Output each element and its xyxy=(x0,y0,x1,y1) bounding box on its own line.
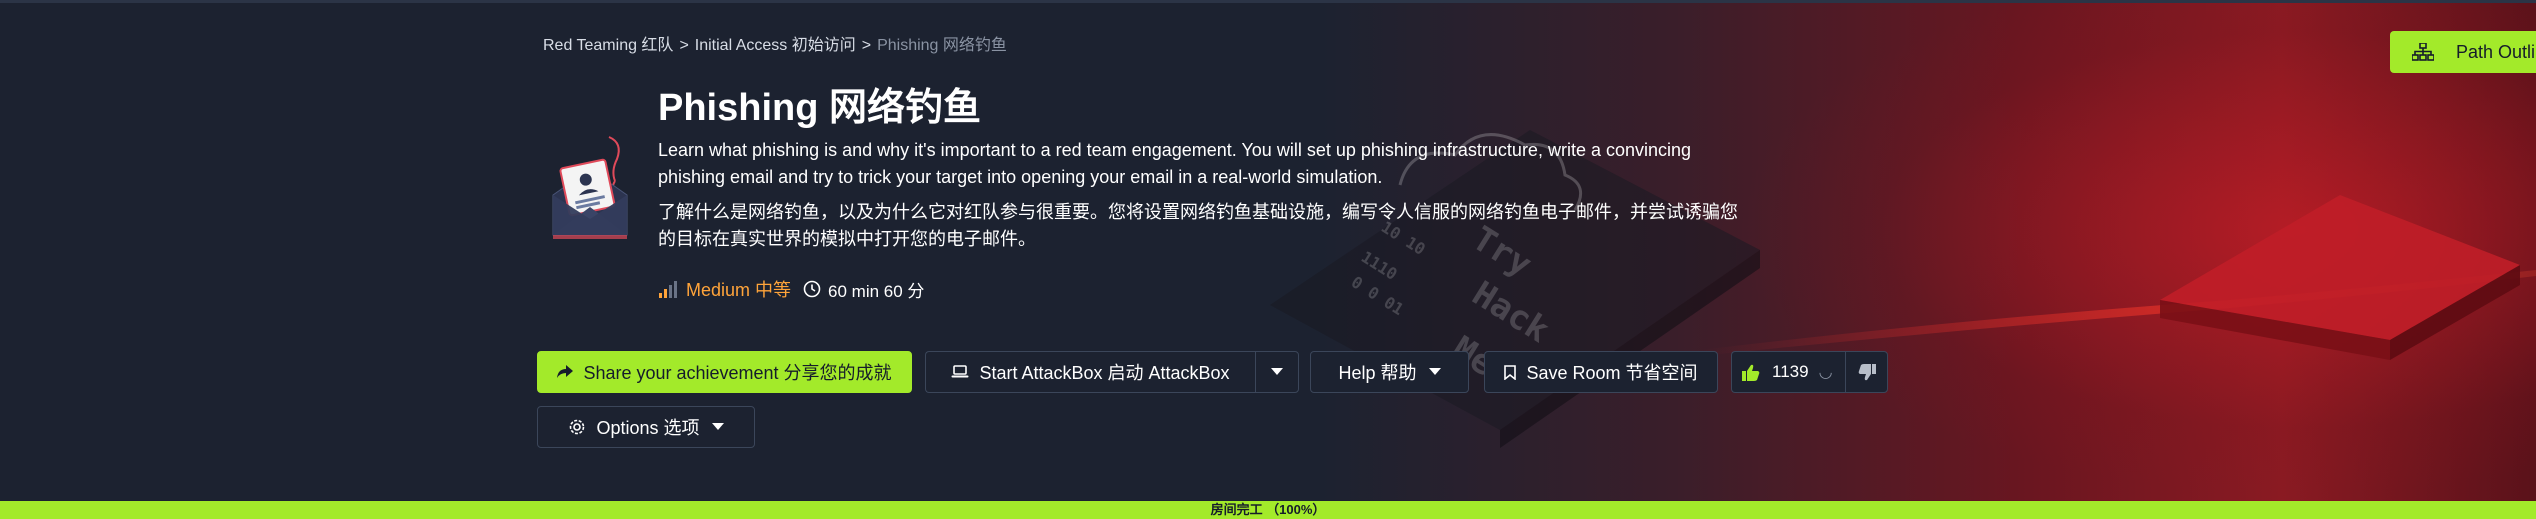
room-meta: Medium 中等 60 min 60 分 xyxy=(658,276,924,302)
duration: 60 min 60 分 xyxy=(803,277,924,302)
difficulty-label: Medium 中等 xyxy=(686,280,792,300)
laptop-icon xyxy=(951,365,969,379)
dislike-button[interactable] xyxy=(1845,351,1888,393)
gear-icon xyxy=(568,418,586,436)
attackbox-label: Start AttackBox 启动 AttackBox xyxy=(979,363,1230,383)
thumbs-up-icon xyxy=(1742,364,1760,381)
room-description-en: Learn what phishing is and why it's impo… xyxy=(658,140,1692,187)
progress-label: 房间完工 （100%） xyxy=(1210,502,1326,517)
breadcrumb-item-red-teaming[interactable]: Red Teaming 红队 xyxy=(543,37,673,54)
thumbs-down-icon xyxy=(1858,363,1876,380)
help-button[interactable]: Help 帮助 xyxy=(1310,351,1469,393)
caret-down-icon xyxy=(711,423,724,431)
breadcrumb-separator: > xyxy=(861,37,872,54)
options-button[interactable]: Options 选项 xyxy=(537,406,755,448)
breadcrumb-item-initial-access[interactable]: Initial Access 初始访问 xyxy=(695,37,856,54)
duration-label: 60 min 60 分 xyxy=(828,281,925,301)
breadcrumb: Red Teaming 红队 > Initial Access 初始访问 > Phish… xyxy=(543,31,1007,55)
likes-count: 1139 xyxy=(1772,362,1809,381)
caret-down-icon xyxy=(1271,368,1283,375)
breadcrumb-current: Phishing 网络钓鱼 xyxy=(877,37,1007,54)
attackbox-dropdown-toggle[interactable] xyxy=(1255,351,1299,393)
like-button[interactable]: 1139 ◡ xyxy=(1731,351,1845,393)
difficulty-bars-icon xyxy=(659,281,677,298)
share-label: Share your achievement 分享您的成就 xyxy=(583,363,892,383)
path-outline-label: Path Outline xyxy=(2456,41,2536,62)
bookmark-icon xyxy=(1504,364,1517,380)
clock-icon xyxy=(803,280,821,298)
room-progress-bar: 房间完工 （100%） xyxy=(0,501,2536,519)
page-title: Phishing 网络钓鱼 xyxy=(658,87,982,129)
start-attackbox-button[interactable]: Start AttackBox 启动 AttackBox xyxy=(925,351,1255,393)
options-label: Options 选项 xyxy=(596,418,700,438)
share-icon xyxy=(557,365,574,379)
share-achievement-button[interactable]: Share your achievement 分享您的成就 xyxy=(537,351,912,393)
caret-down-icon xyxy=(1428,368,1441,376)
difficulty-badge: Medium 中等 xyxy=(658,276,791,302)
background-illustration: Try Hack Me 10 10 1110 0 0 01 xyxy=(1270,130,2536,448)
path-outline-button[interactable]: Path Outline xyxy=(2390,31,2536,73)
save-room-button[interactable]: Save Room 节省空间 xyxy=(1484,351,1718,393)
sitemap-icon xyxy=(2412,43,2434,61)
phishing-envelope-icon xyxy=(552,136,628,239)
room-page: Try Hack Me 10 10 1110 0 0 01 Red Teamin… xyxy=(0,0,2536,519)
room-description-cn: 了解什么是网络钓鱼，以及为什么它对红队参与很重要。您将设置网络钓鱼基础设施，编写… xyxy=(658,202,1738,249)
save-room-label: Save Room 节省空间 xyxy=(1526,363,1698,383)
help-label: Help 帮助 xyxy=(1338,363,1417,383)
loading-spinner-icon: ◡ xyxy=(1818,364,1833,381)
breadcrumb-separator: > xyxy=(679,37,689,54)
